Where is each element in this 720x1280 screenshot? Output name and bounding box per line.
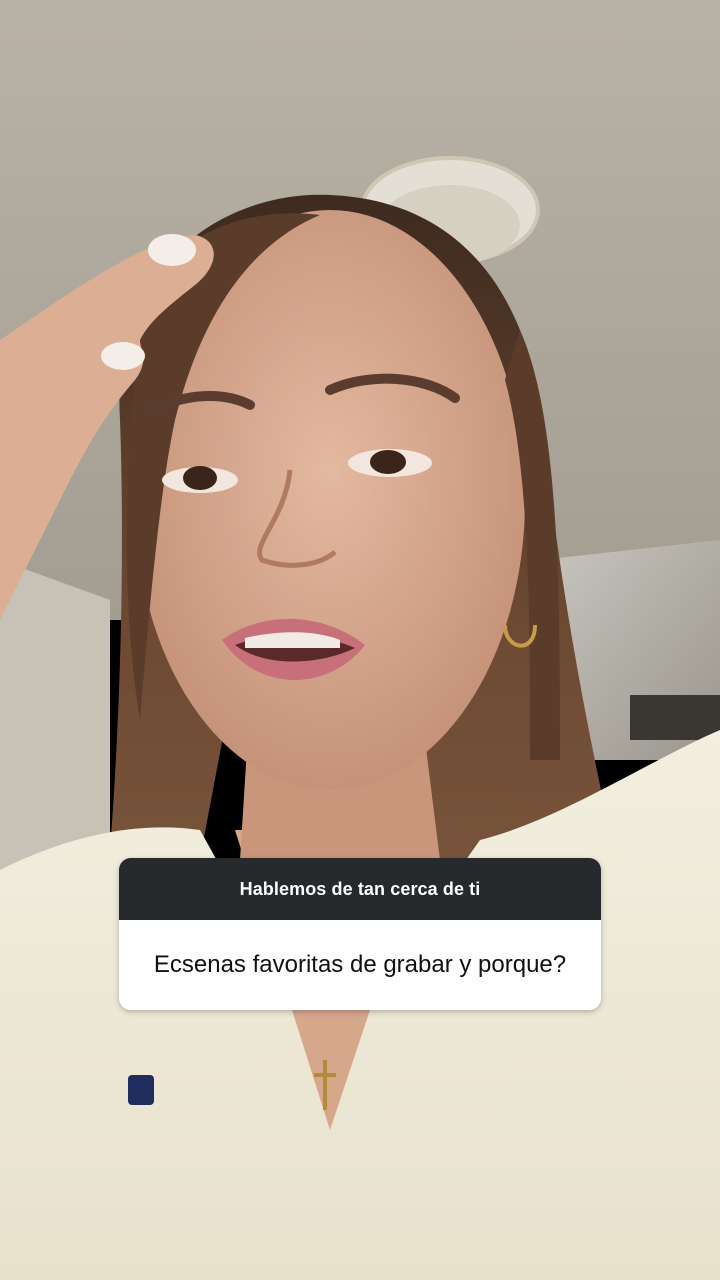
question-sticker-header: Hablemos de tan cerca de ti [119, 858, 601, 920]
question-sticker-body: Ecsenas favoritas de grabar y porque? [119, 920, 601, 1010]
question-sticker-prompt: Hablemos de tan cerca de ti [239, 878, 481, 899]
story-viewer[interactable]: Hablemos de tan cerca de ti Ecsenas favo… [0, 0, 720, 1280]
question-sticker-answer: Ecsenas favoritas de grabar y porque? [153, 951, 567, 978]
question-sticker[interactable]: Hablemos de tan cerca de ti Ecsenas favo… [119, 858, 601, 1010]
video-frame [0, 0, 720, 1280]
